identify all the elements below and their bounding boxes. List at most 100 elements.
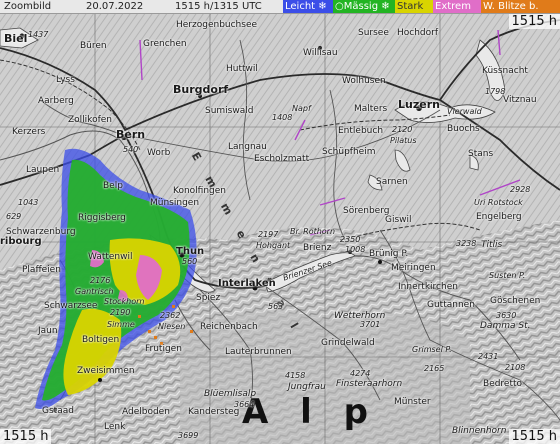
- label-giswil: Giswil: [385, 215, 412, 225]
- label-escholzmatt: Escholzmatt: [254, 154, 310, 164]
- peak-1043: 1043: [18, 198, 39, 207]
- label-blinnenhorn: Blinnenhorn: [452, 426, 507, 436]
- time-corner-top-right: 1515 h: [508, 14, 560, 29]
- label-alpi: A l p: [242, 392, 378, 432]
- label-kussnacht: Küssnacht: [482, 66, 528, 76]
- peak-4158: 4158: [285, 371, 306, 380]
- legend-leicht: Leicht ❄: [283, 0, 333, 13]
- label-laupen: Laupen: [26, 165, 60, 175]
- legend-extrem: Extrem: [433, 0, 481, 13]
- label-jungfrau: Jungfrau: [288, 382, 326, 392]
- peak-3701: 3701: [360, 320, 381, 329]
- peak-2165: 2165: [424, 364, 445, 373]
- label-napf: Napf: [292, 104, 311, 113]
- label-meiringen: Meiringen: [391, 263, 436, 273]
- label-bluemlisalp: Blüemlisalp: [204, 389, 257, 399]
- peak-2176: 2176: [90, 276, 111, 285]
- label-sursee: Sursee: [358, 28, 389, 38]
- label-worb: Worb: [147, 148, 171, 158]
- label-brunig-p: Brünig P.: [369, 249, 409, 259]
- label-sarnen: Sarnen: [376, 177, 408, 187]
- label-stockhorn: Stockhorn: [104, 297, 145, 306]
- time-corner-bottom-right: 1515 h: [508, 429, 560, 444]
- label-buren: Büren: [80, 41, 107, 51]
- weather-radar-map: Zoombild 20.07.2022 1515 h/1315 UTC Leic…: [0, 0, 560, 444]
- label-plaffeien: Plaffeien: [22, 265, 61, 275]
- label-willisau: Willisau: [303, 48, 338, 58]
- label-finsteraarhorn: Finsteraarhorn: [336, 379, 403, 389]
- label-schwarzsee: Schwarzsee: [44, 301, 98, 311]
- peak-1408: 1408: [272, 113, 293, 122]
- label-titlis: Titlis: [481, 240, 503, 250]
- peak-563: 563: [268, 302, 284, 311]
- label-grenchen: Grenchen: [143, 39, 187, 49]
- label-stans: Stans: [468, 149, 494, 159]
- label-jaun: Jaun: [38, 326, 58, 336]
- label-uri-rotstock: Uri Rotstock: [474, 198, 523, 207]
- peak-1798: 1798: [485, 87, 506, 96]
- label-schupfheim: Schüpfheim: [322, 147, 376, 157]
- label-zollikofen: Zollikofen: [68, 115, 112, 125]
- peak-3238: 3238: [456, 239, 477, 248]
- peak-1437: 1437: [28, 30, 49, 39]
- label-kandersteg: Kandersteg: [188, 407, 240, 417]
- label-reichenbach: Reichenbach: [200, 322, 258, 332]
- label-hochdorf: Hochdorf: [397, 28, 439, 38]
- peak-629: 629: [6, 212, 22, 221]
- label-belp: Belp: [103, 181, 123, 191]
- label-goschenen: Göschenen: [490, 296, 541, 306]
- label-riggisberg: Riggisberg: [78, 213, 126, 223]
- label-konolfingen: Konolfingen: [173, 186, 226, 196]
- label-sumiswald: Sumiswald: [205, 106, 254, 116]
- label-interlaken: Interlaken: [218, 278, 276, 289]
- label-engelberg: Engelberg: [476, 212, 522, 222]
- label-vierwald: Vierwald: [447, 107, 482, 116]
- label-malters: Malters: [354, 104, 388, 114]
- label-aarberg: Aarberg: [38, 96, 74, 106]
- label-herzogenbuchsee: Herzogenbuchsee: [176, 20, 258, 30]
- label-burgdorf: Burgdorf: [173, 83, 229, 96]
- label-sorenberg: Sörenberg: [343, 206, 390, 216]
- label-innertkirchen: Innertkirchen: [398, 282, 458, 292]
- label-lenk: Lenk: [104, 422, 126, 432]
- peak-540: 540: [123, 145, 139, 154]
- label-zweisimmen: Zweisimmen: [77, 366, 135, 376]
- legend-blitze: W. Blitze b.: [481, 0, 560, 13]
- legend-massig: ○Mässig ❄: [333, 0, 395, 13]
- label-grindelwald: Grindelwald: [321, 338, 375, 348]
- label-huttwil: Huttwil: [226, 64, 258, 74]
- label-entlebuch: Entlebuch: [338, 126, 384, 136]
- time-corner-bottom-left: 1515 h: [0, 429, 52, 444]
- date-label: 20.07.2022: [86, 1, 144, 12]
- label-rothorn: Br. Rothorn: [290, 227, 336, 236]
- label-simme: Simme: [107, 320, 135, 329]
- label-buochs: Buochs: [447, 124, 480, 134]
- peak-2928: 2928: [510, 185, 531, 194]
- label-pilatus: Pilatus: [390, 136, 417, 145]
- label-niesen: Niesen: [158, 322, 186, 331]
- label-hohgant: Hohgant: [256, 241, 291, 250]
- peak-3664: 3664: [234, 400, 255, 409]
- label-fribourg: ribourg: [0, 236, 42, 247]
- label-spiez: Spiez: [196, 293, 221, 303]
- peak-2362: 2362: [160, 311, 181, 320]
- label-kerzers: Kerzers: [12, 127, 46, 137]
- label-luzern: Luzern: [398, 98, 440, 111]
- label-lyss: Lyss: [56, 75, 75, 85]
- peak-4274: 4274: [350, 369, 371, 378]
- time-label: 1515 h/1315 UTC: [175, 1, 262, 12]
- peak-2108: 2108: [505, 363, 526, 372]
- peak-2120: 2120: [392, 125, 413, 134]
- label-thun: Thun: [176, 246, 205, 257]
- label-grimsel-p: Grimsel P.: [412, 345, 452, 354]
- label-munsingen: Münsingen: [150, 198, 200, 208]
- label-wolhusen: Wolhusen: [342, 76, 386, 86]
- peak-2431: 2431: [478, 352, 499, 361]
- peak-560: 560: [182, 257, 198, 266]
- label-adelboden: Adelboden: [122, 407, 170, 417]
- label-munster: Münster: [394, 397, 431, 407]
- label-bedretto: Bedretto: [483, 379, 523, 389]
- peak-2350: 2350: [340, 235, 361, 244]
- peak-3699: 3699: [178, 431, 199, 440]
- label-langnau: Langnau: [228, 142, 267, 152]
